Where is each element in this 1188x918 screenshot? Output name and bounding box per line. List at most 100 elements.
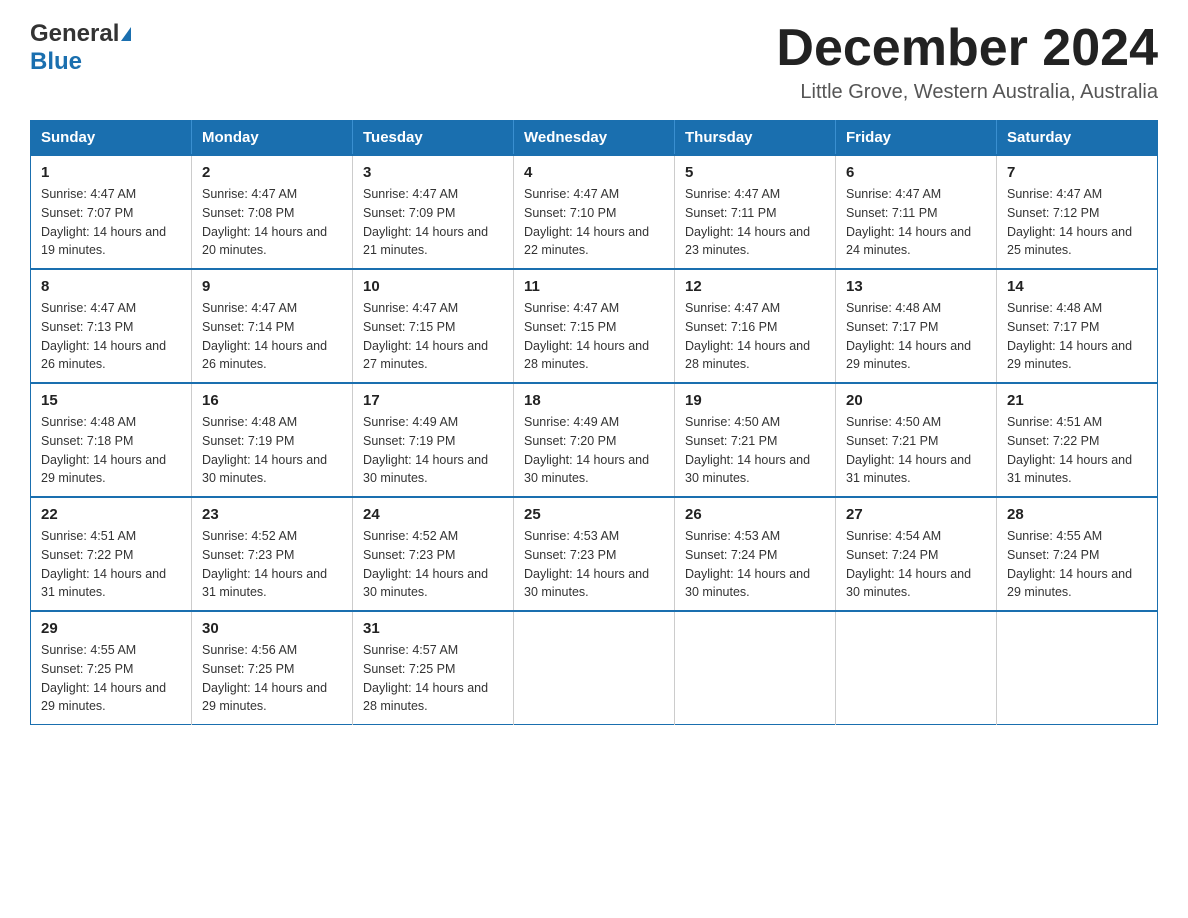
day-info: Sunrise: 4:47 AMSunset: 7:08 PMDaylight:…: [202, 187, 327, 257]
day-info: Sunrise: 4:47 AMSunset: 7:11 PMDaylight:…: [685, 187, 810, 257]
day-cell: 17 Sunrise: 4:49 AMSunset: 7:19 PMDaylig…: [353, 383, 514, 497]
day-number: 10: [363, 278, 503, 295]
col-wednesday: Wednesday: [514, 121, 675, 156]
day-info: Sunrise: 4:52 AMSunset: 7:23 PMDaylight:…: [363, 529, 488, 599]
day-number: 23: [202, 506, 342, 523]
day-number: 14: [1007, 278, 1147, 295]
col-sunday: Sunday: [31, 121, 192, 156]
logo: General Blue: [30, 20, 131, 76]
logo-triangle-icon: [121, 27, 131, 41]
day-info: Sunrise: 4:47 AMSunset: 7:15 PMDaylight:…: [363, 301, 488, 371]
day-cell: 11 Sunrise: 4:47 AMSunset: 7:15 PMDaylig…: [514, 269, 675, 383]
day-info: Sunrise: 4:48 AMSunset: 7:17 PMDaylight:…: [1007, 301, 1132, 371]
day-info: Sunrise: 4:48 AMSunset: 7:17 PMDaylight:…: [846, 301, 971, 371]
day-cell: [514, 611, 675, 725]
col-monday: Monday: [192, 121, 353, 156]
day-number: 25: [524, 506, 664, 523]
month-title: December 2024: [776, 20, 1158, 77]
day-info: Sunrise: 4:47 AMSunset: 7:10 PMDaylight:…: [524, 187, 649, 257]
day-info: Sunrise: 4:47 AMSunset: 7:13 PMDaylight:…: [41, 301, 166, 371]
day-cell: 31 Sunrise: 4:57 AMSunset: 7:25 PMDaylig…: [353, 611, 514, 725]
day-number: 1: [41, 164, 181, 181]
week-row-4: 22 Sunrise: 4:51 AMSunset: 7:22 PMDaylig…: [31, 497, 1158, 611]
day-number: 13: [846, 278, 986, 295]
day-number: 3: [363, 164, 503, 181]
day-number: 2: [202, 164, 342, 181]
day-number: 8: [41, 278, 181, 295]
day-cell: 15 Sunrise: 4:48 AMSunset: 7:18 PMDaylig…: [31, 383, 192, 497]
logo-text-general: General: [30, 20, 119, 48]
day-number: 28: [1007, 506, 1147, 523]
day-cell: 6 Sunrise: 4:47 AMSunset: 7:11 PMDayligh…: [836, 155, 997, 269]
day-info: Sunrise: 4:47 AMSunset: 7:07 PMDaylight:…: [41, 187, 166, 257]
page-header: General Blue December 2024 Little Grove,…: [30, 20, 1158, 104]
day-number: 4: [524, 164, 664, 181]
day-cell: 21 Sunrise: 4:51 AMSunset: 7:22 PMDaylig…: [997, 383, 1158, 497]
day-cell: [675, 611, 836, 725]
day-cell: 8 Sunrise: 4:47 AMSunset: 7:13 PMDayligh…: [31, 269, 192, 383]
col-tuesday: Tuesday: [353, 121, 514, 156]
day-number: 6: [846, 164, 986, 181]
day-number: 19: [685, 392, 825, 409]
day-cell: 3 Sunrise: 4:47 AMSunset: 7:09 PMDayligh…: [353, 155, 514, 269]
day-cell: 25 Sunrise: 4:53 AMSunset: 7:23 PMDaylig…: [514, 497, 675, 611]
day-info: Sunrise: 4:47 AMSunset: 7:09 PMDaylight:…: [363, 187, 488, 257]
day-info: Sunrise: 4:56 AMSunset: 7:25 PMDaylight:…: [202, 643, 327, 713]
day-cell: 19 Sunrise: 4:50 AMSunset: 7:21 PMDaylig…: [675, 383, 836, 497]
day-number: 5: [685, 164, 825, 181]
day-number: 26: [685, 506, 825, 523]
day-cell: 20 Sunrise: 4:50 AMSunset: 7:21 PMDaylig…: [836, 383, 997, 497]
col-thursday: Thursday: [675, 121, 836, 156]
day-info: Sunrise: 4:50 AMSunset: 7:21 PMDaylight:…: [685, 415, 810, 485]
day-cell: 29 Sunrise: 4:55 AMSunset: 7:25 PMDaylig…: [31, 611, 192, 725]
day-number: 27: [846, 506, 986, 523]
day-cell: 9 Sunrise: 4:47 AMSunset: 7:14 PMDayligh…: [192, 269, 353, 383]
col-saturday: Saturday: [997, 121, 1158, 156]
day-info: Sunrise: 4:47 AMSunset: 7:15 PMDaylight:…: [524, 301, 649, 371]
day-cell: 13 Sunrise: 4:48 AMSunset: 7:17 PMDaylig…: [836, 269, 997, 383]
day-info: Sunrise: 4:48 AMSunset: 7:18 PMDaylight:…: [41, 415, 166, 485]
day-info: Sunrise: 4:55 AMSunset: 7:24 PMDaylight:…: [1007, 529, 1132, 599]
day-info: Sunrise: 4:57 AMSunset: 7:25 PMDaylight:…: [363, 643, 488, 713]
day-cell: 23 Sunrise: 4:52 AMSunset: 7:23 PMDaylig…: [192, 497, 353, 611]
day-number: 9: [202, 278, 342, 295]
day-info: Sunrise: 4:47 AMSunset: 7:11 PMDaylight:…: [846, 187, 971, 257]
day-cell: 4 Sunrise: 4:47 AMSunset: 7:10 PMDayligh…: [514, 155, 675, 269]
week-row-1: 1 Sunrise: 4:47 AMSunset: 7:07 PMDayligh…: [31, 155, 1158, 269]
day-cell: 24 Sunrise: 4:52 AMSunset: 7:23 PMDaylig…: [353, 497, 514, 611]
day-cell: 18 Sunrise: 4:49 AMSunset: 7:20 PMDaylig…: [514, 383, 675, 497]
day-info: Sunrise: 4:54 AMSunset: 7:24 PMDaylight:…: [846, 529, 971, 599]
day-cell: [997, 611, 1158, 725]
day-number: 11: [524, 278, 664, 295]
day-number: 31: [363, 620, 503, 637]
calendar-header-row: Sunday Monday Tuesday Wednesday Thursday…: [31, 121, 1158, 156]
logo-text-blue: Blue: [30, 48, 82, 75]
day-info: Sunrise: 4:47 AMSunset: 7:14 PMDaylight:…: [202, 301, 327, 371]
day-cell: 7 Sunrise: 4:47 AMSunset: 7:12 PMDayligh…: [997, 155, 1158, 269]
day-info: Sunrise: 4:53 AMSunset: 7:23 PMDaylight:…: [524, 529, 649, 599]
day-number: 22: [41, 506, 181, 523]
day-number: 7: [1007, 164, 1147, 181]
day-cell: 22 Sunrise: 4:51 AMSunset: 7:22 PMDaylig…: [31, 497, 192, 611]
day-cell: 16 Sunrise: 4:48 AMSunset: 7:19 PMDaylig…: [192, 383, 353, 497]
day-cell: 1 Sunrise: 4:47 AMSunset: 7:07 PMDayligh…: [31, 155, 192, 269]
week-row-5: 29 Sunrise: 4:55 AMSunset: 7:25 PMDaylig…: [31, 611, 1158, 725]
day-info: Sunrise: 4:50 AMSunset: 7:21 PMDaylight:…: [846, 415, 971, 485]
day-cell: 12 Sunrise: 4:47 AMSunset: 7:16 PMDaylig…: [675, 269, 836, 383]
day-cell: 27 Sunrise: 4:54 AMSunset: 7:24 PMDaylig…: [836, 497, 997, 611]
col-friday: Friday: [836, 121, 997, 156]
day-cell: 26 Sunrise: 4:53 AMSunset: 7:24 PMDaylig…: [675, 497, 836, 611]
day-number: 15: [41, 392, 181, 409]
day-number: 29: [41, 620, 181, 637]
day-number: 30: [202, 620, 342, 637]
week-row-2: 8 Sunrise: 4:47 AMSunset: 7:13 PMDayligh…: [31, 269, 1158, 383]
day-info: Sunrise: 4:47 AMSunset: 7:16 PMDaylight:…: [685, 301, 810, 371]
day-cell: 28 Sunrise: 4:55 AMSunset: 7:24 PMDaylig…: [997, 497, 1158, 611]
day-info: Sunrise: 4:53 AMSunset: 7:24 PMDaylight:…: [685, 529, 810, 599]
day-info: Sunrise: 4:49 AMSunset: 7:20 PMDaylight:…: [524, 415, 649, 485]
day-number: 17: [363, 392, 503, 409]
day-cell: 14 Sunrise: 4:48 AMSunset: 7:17 PMDaylig…: [997, 269, 1158, 383]
location-subtitle: Little Grove, Western Australia, Austral…: [776, 81, 1158, 104]
day-number: 24: [363, 506, 503, 523]
day-number: 18: [524, 392, 664, 409]
